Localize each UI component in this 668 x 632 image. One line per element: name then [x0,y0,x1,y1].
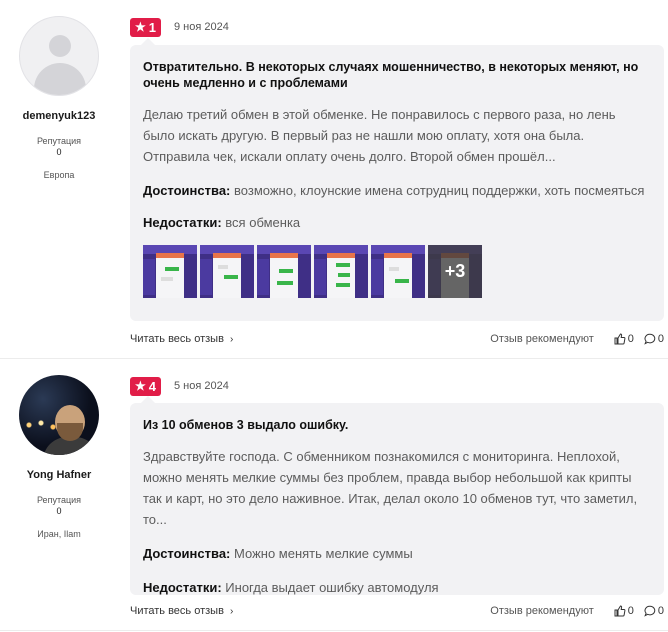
review-image-thumbnail[interactable] [371,245,425,298]
pros-label: Достоинства: [143,546,231,561]
like-count: 0 [627,605,634,617]
recommends-label: Отзыв рекомендуют [490,333,594,345]
cons-text: Иногда выдает ошибку автомодуля [225,580,439,595]
cons-text: вся обменка [225,215,301,230]
reputation-value: 0 [56,506,62,516]
cons-label: Недостатки: [143,215,222,230]
comment-icon [644,605,656,617]
read-more-label: Читать весь отзыв [130,333,224,345]
thumbs-up-icon [614,333,626,345]
comment-count: 0 [657,605,664,617]
rating-badge: ★ 4 [130,376,161,396]
thumbs-up-icon [614,605,626,617]
pros-text: возможно, клоунские имена сотрудниц подд… [234,183,645,198]
comment-count: 0 [657,333,664,345]
review-date: 9 ноя 2024 [174,21,229,33]
review-title[interactable]: Отвратительно. В некоторых случаях мошен… [143,59,650,91]
more-images-count: +3 [428,245,482,298]
star-icon: ★ [135,379,146,393]
like-button[interactable]: 0 [614,333,634,345]
author-name[interactable]: demenyuk123 [0,110,118,122]
star-icon: ★ [135,20,146,34]
rating-value: 1 [148,19,156,35]
review-cons: Недостатки: Иногда выдает ошибку автомод… [143,578,650,598]
recommends-label: Отзыв рекомендуют [490,605,594,617]
avatar-placeholder-icon [49,35,71,57]
read-full-review-link[interactable]: Читать весь отзыв › [130,605,233,617]
review-image-thumbnail[interactable] [314,245,368,298]
author-location: Европа [43,170,75,180]
review-card: Из 10 обменов 3 выдало ошибку. Здравству… [130,396,664,598]
review-cons: Недостатки: вся обменка [143,213,650,233]
review-item: Yong Hafner Репутация 0 Иран, Ilam ★ 4 5… [0,359,668,632]
review-pros: Достоинства: возможно, клоунские имена с… [143,181,650,201]
review-header: ★ 4 5 ноя 2024 [130,376,229,396]
review-footer: Читать весь отзыв › Отзыв рекомендуют 0 … [130,603,664,619]
read-more-label: Читать весь отзыв [130,605,224,617]
review-text: Делаю третий обмен в этой обменке. Не по… [143,107,616,164]
review-images: +3 [143,245,650,298]
reputation-label: Репутация [36,136,82,146]
author-location: Иран, Ilam [37,529,81,539]
review-image-thumbnail[interactable] [200,245,254,298]
pros-label: Достоинства: [143,183,231,198]
review-header: ★ 1 9 ноя 2024 [130,17,229,37]
like-count: 0 [627,333,634,345]
read-full-review-link[interactable]: Читать весь отзыв › [130,333,233,345]
review-author: demenyuk123 Репутация 0 Европа [0,16,118,180]
review-pros: Достоинства: Можно менять мелкие суммы [143,544,650,564]
like-button[interactable]: 0 [614,605,634,617]
rating-value: 4 [148,378,156,394]
review-footer: Читать весь отзыв › Отзыв рекомендуют 0 … [130,331,664,347]
review-item: demenyuk123 Репутация 0 Европа ★ 1 9 ноя… [0,0,668,358]
pros-text: Можно менять мелкие суммы [234,546,413,561]
chevron-right-icon: › [229,333,234,345]
author-name[interactable]: Yong Hafner [0,469,118,481]
avatar[interactable] [19,375,99,455]
reputation-value: 0 [56,147,62,157]
review-card: Отвратительно. В некоторых случаях мошен… [130,38,664,321]
review-divider [0,630,668,631]
review-author: Yong Hafner Репутация 0 Иран, Ilam [0,375,118,539]
review-text: Здравствуйте господа. С обменником позна… [143,449,638,527]
review-image-thumbnail[interactable] [257,245,311,298]
rating-badge: ★ 1 [130,17,161,37]
review-title[interactable]: Из 10 обменов 3 выдало ошибку. [143,417,650,433]
review-date: 5 ноя 2024 [174,380,229,392]
chevron-right-icon: › [229,605,234,617]
cons-label: Недостатки: [143,580,222,595]
comment-button[interactable]: 0 [644,333,664,345]
more-images-button[interactable]: +3 [428,245,482,298]
review-image-thumbnail[interactable] [143,245,197,298]
avatar[interactable] [19,16,99,96]
reputation-label: Репутация [36,495,82,505]
comment-button[interactable]: 0 [644,605,664,617]
comment-icon [644,333,656,345]
